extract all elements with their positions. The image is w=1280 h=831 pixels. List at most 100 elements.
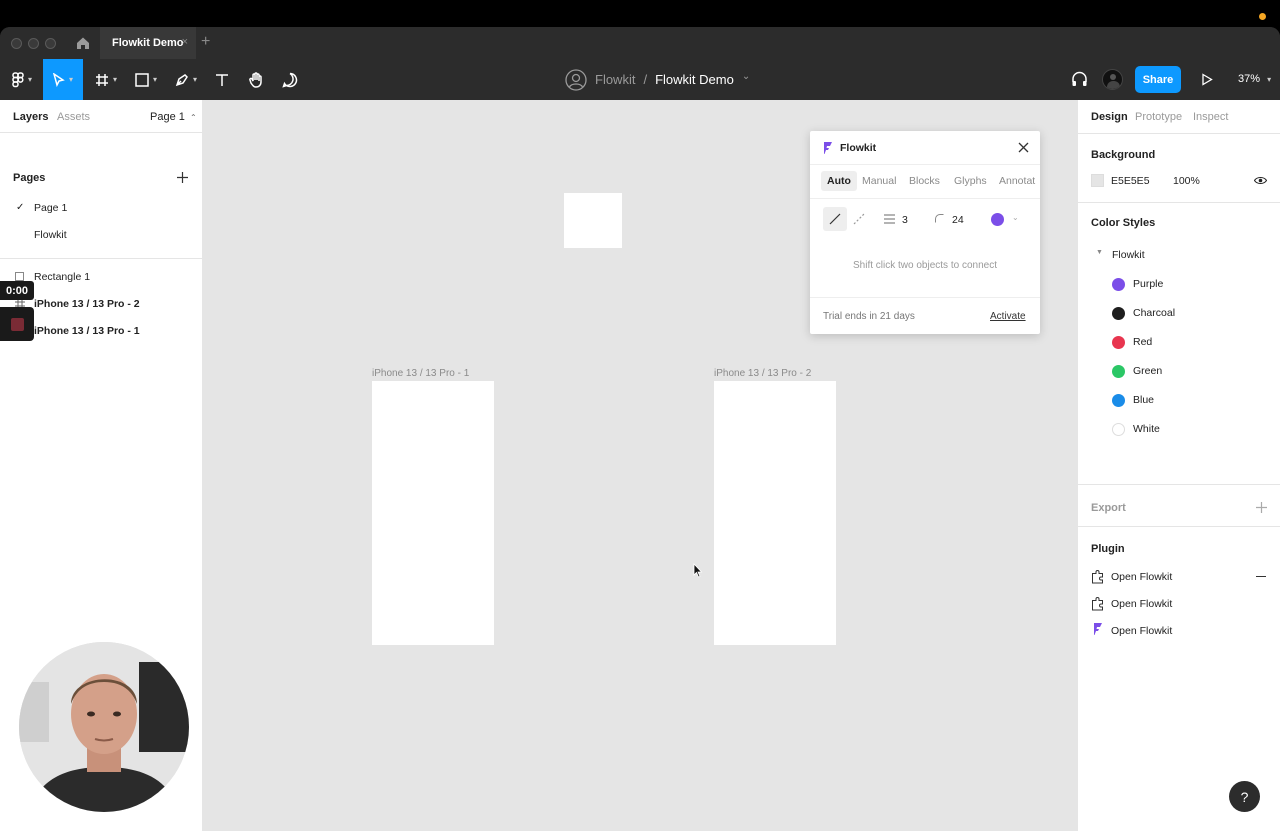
hand-tool-button[interactable] — [244, 59, 268, 100]
team-avatar-icon[interactable] — [565, 68, 587, 91]
dashed-line-icon[interactable] — [853, 213, 865, 225]
plugin-item[interactable]: Open Flowkit — [1078, 566, 1280, 590]
tab-annotations[interactable]: Annotat — [999, 175, 1035, 187]
tab-layers[interactable]: Layers — [13, 111, 48, 123]
page-selector[interactable]: Page 1 ⌃ — [150, 111, 197, 123]
divider — [1078, 526, 1280, 527]
plugin-icon — [1092, 597, 1103, 611]
move-tool-button[interactable]: ▾ — [43, 59, 83, 100]
color-group-name[interactable]: Flowkit — [1112, 249, 1145, 261]
flowkit-plugin-window: Flowkit Auto Manual Blocks Glyphs Annota… — [810, 131, 1040, 334]
text-tool-button[interactable] — [210, 59, 234, 100]
activate-link[interactable]: Activate — [990, 311, 1026, 322]
main-menu-button[interactable]: ▾ — [4, 59, 40, 100]
caret-down-icon[interactable]: ▼ — [1096, 249, 1103, 256]
project-name[interactable]: Flowkit — [595, 72, 635, 87]
tab-glyphs[interactable]: Glyphs — [954, 175, 987, 187]
share-button[interactable]: Share — [1135, 66, 1181, 93]
screen: Flowkit Demo × + ▾ ▾ ▾ ▾ ▾ Flowkit / Flo… — [0, 0, 1280, 831]
comment-tool-button[interactable] — [278, 59, 302, 100]
canvas[interactable]: iPhone 13 / 13 Pro - 1 iPhone 13 / 13 Pr… — [203, 100, 1077, 831]
pen-tool-button[interactable]: ▾ — [168, 59, 204, 100]
chevron-down-icon: ▾ — [27, 75, 32, 84]
close-window-button[interactable] — [11, 38, 22, 49]
chevron-down-icon[interactable]: ⌄ — [1012, 213, 1019, 222]
eye-icon[interactable] — [1254, 176, 1267, 185]
tab-assets[interactable]: Assets — [57, 111, 90, 123]
plugin-header: Flowkit — [810, 131, 1040, 165]
add-export-icon[interactable] — [1256, 502, 1267, 513]
present-play-icon[interactable] — [1201, 73, 1213, 86]
chevron-down-icon: ▾ — [192, 75, 197, 84]
page-item-flowkit[interactable]: Flowkit — [0, 224, 203, 248]
home-icon[interactable] — [75, 36, 91, 50]
color-style-blue[interactable]: Blue — [1078, 388, 1280, 412]
avatar[interactable] — [1102, 69, 1123, 90]
stop-recording-button[interactable] — [0, 307, 34, 341]
zoom-window-button[interactable] — [45, 38, 56, 49]
zoom-level[interactable]: 37% ▾ — [1238, 73, 1271, 85]
tab-prototype[interactable]: Prototype — [1135, 111, 1182, 123]
minus-icon[interactable] — [1256, 576, 1266, 578]
background-color-swatch[interactable] — [1091, 174, 1104, 187]
color-swatch — [1112, 365, 1125, 378]
straight-line-icon — [829, 213, 841, 225]
frame-label[interactable]: iPhone 13 / 13 Pro - 2 — [714, 368, 811, 379]
color-swatch — [1112, 336, 1125, 349]
export-title: Export — [1091, 502, 1126, 514]
shape-tool-button[interactable]: ▾ — [128, 59, 164, 100]
straight-connector-button[interactable] — [823, 207, 847, 231]
stroke-width-value[interactable]: 3 — [902, 214, 908, 226]
tab-design[interactable]: Design — [1091, 111, 1128, 123]
corner-radius-value[interactable]: 24 — [952, 214, 964, 226]
minimize-window-button[interactable] — [28, 38, 39, 49]
file-tab[interactable]: Flowkit Demo × — [100, 27, 196, 59]
trial-text: Trial ends in 21 days — [823, 311, 915, 322]
tab-manual[interactable]: Manual — [862, 175, 896, 187]
file-name[interactable]: Flowkit Demo — [655, 72, 734, 87]
color-style-green[interactable]: Green — [1078, 359, 1280, 383]
figma-window: Flowkit Demo × + ▾ ▾ ▾ ▾ ▾ Flowkit / Flo… — [0, 27, 1280, 831]
divider — [0, 258, 203, 259]
color-style-name: Red — [1133, 336, 1153, 348]
rectangle-1[interactable] — [564, 193, 622, 248]
chevron-down-icon: ▾ — [68, 75, 73, 84]
plugin-title: Plugin — [1091, 543, 1125, 555]
color-style-name: Green — [1133, 365, 1163, 377]
plugin-item[interactable]: Open Flowkit — [1078, 620, 1280, 644]
color-styles-title: Color Styles — [1091, 217, 1156, 229]
frame-label[interactable]: iPhone 13 / 13 Pro - 1 — [372, 368, 469, 379]
new-tab-button[interactable]: + — [201, 33, 210, 51]
tab-inspect[interactable]: Inspect — [1193, 111, 1228, 123]
connect-hint: Shift click two objects to connect — [853, 260, 997, 271]
page-item-page-1[interactable]: ✓ Page 1 — [0, 197, 203, 221]
recording-indicator-dot — [1259, 13, 1266, 20]
color-style-charcoal[interactable]: Charcoal — [1078, 301, 1280, 325]
color-swatch — [1112, 394, 1125, 407]
iphone-frame-1[interactable] — [372, 381, 494, 645]
audio-headphones-icon[interactable] — [1071, 71, 1088, 88]
tab-auto[interactable]: Auto — [821, 171, 857, 191]
connector-color-swatch[interactable] — [991, 213, 1004, 226]
hand-icon — [249, 71, 262, 88]
layer-label: iPhone 13 / 13 Pro - 2 — [34, 298, 140, 310]
help-button[interactable]: ? — [1229, 781, 1260, 812]
color-style-red[interactable]: Red — [1078, 330, 1280, 354]
frame-tool-button[interactable]: ▾ — [88, 59, 124, 100]
background-opacity[interactable]: 100% — [1173, 175, 1200, 187]
iphone-frame-2[interactable] — [714, 381, 836, 645]
plugin-item[interactable]: Open Flowkit — [1078, 593, 1280, 617]
background-hex[interactable]: E5E5E5 — [1111, 175, 1150, 187]
rectangle-layer-icon — [15, 272, 24, 281]
stroke-width-icon — [884, 214, 895, 224]
add-page-icon[interactable] — [177, 172, 188, 183]
color-style-purple[interactable]: Purple — [1078, 272, 1280, 296]
text-icon — [216, 73, 228, 86]
close-tab-icon[interactable]: × — [182, 36, 188, 48]
color-style-white[interactable]: White — [1078, 417, 1280, 441]
close-icon[interactable] — [1018, 142, 1029, 153]
tab-blocks[interactable]: Blocks — [909, 175, 940, 187]
chevron-down-icon[interactable]: ⌄ — [742, 71, 750, 82]
left-panel-tabs: Layers Assets Page 1 ⌃ — [0, 100, 203, 133]
zoom-value: 37% — [1238, 73, 1261, 85]
